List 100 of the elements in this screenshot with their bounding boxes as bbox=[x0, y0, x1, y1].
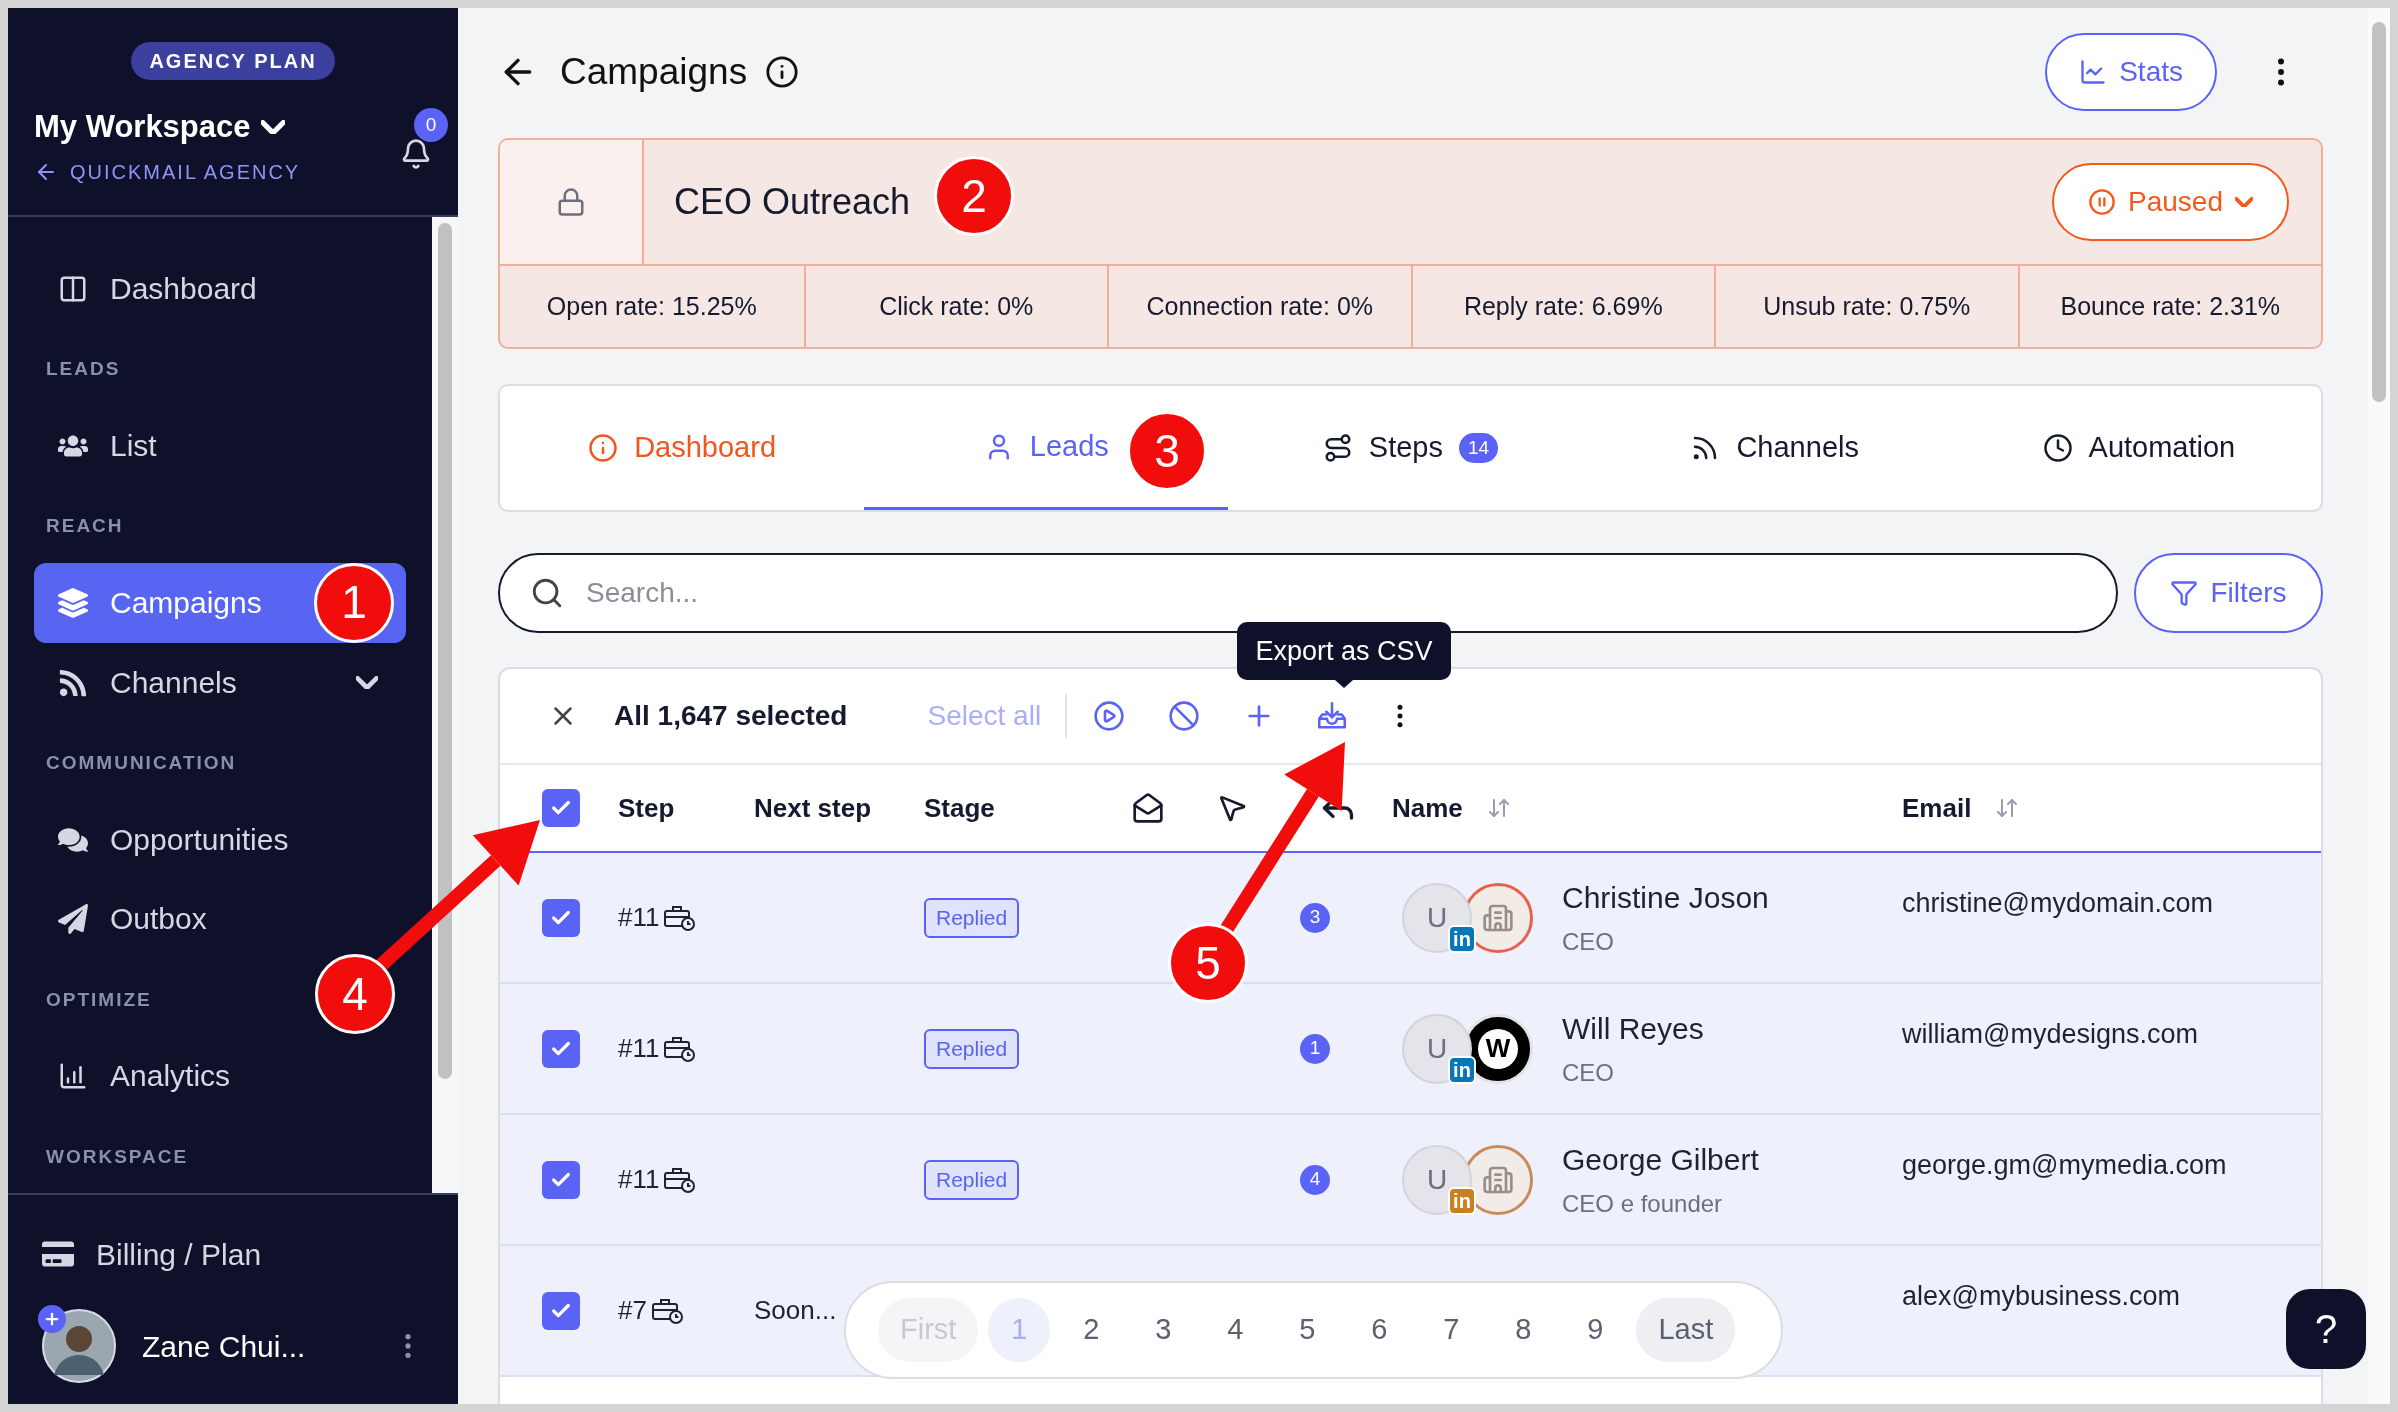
search-icon bbox=[530, 576, 564, 610]
lead-name[interactable]: Christine Joson bbox=[1562, 875, 1769, 920]
nav-item[interactable]: Analytics bbox=[34, 1036, 406, 1116]
step-number: #7 bbox=[618, 1294, 647, 1327]
selection-summary: All 1,647 selected bbox=[614, 699, 848, 733]
reply-count: 3 bbox=[1300, 902, 1330, 933]
lead-email: christine@mydomain.com bbox=[1902, 888, 2213, 918]
count-badge: 14 bbox=[1459, 432, 1499, 464]
column-icon bbox=[1132, 792, 1164, 824]
chevron-down-icon bbox=[2235, 196, 2253, 208]
lead-title: CEO bbox=[1562, 1058, 1615, 1088]
tooltip-pointer bbox=[1335, 680, 1353, 688]
user-avatar[interactable] bbox=[42, 1309, 116, 1383]
checkbox[interactable] bbox=[542, 898, 580, 937]
search-bar[interactable]: Search... bbox=[498, 553, 2118, 633]
add-badge[interactable] bbox=[38, 1305, 66, 1333]
search-field[interactable]: Search... bbox=[586, 572, 2086, 614]
page-button[interactable]: 5 bbox=[1276, 1298, 1339, 1362]
scrollbar-thumb[interactable] bbox=[438, 223, 452, 1079]
tab[interactable]: Steps 14 bbox=[1228, 386, 1593, 510]
agency-link[interactable]: QUICKMAIL AGENCY bbox=[34, 156, 301, 187]
rate-stat: Bounce rate: 2.31% bbox=[2060, 290, 2281, 322]
nav-item[interactable]: Opportunities bbox=[34, 799, 406, 880]
nav-item[interactable]: List bbox=[34, 405, 406, 486]
nav-icon bbox=[58, 667, 88, 698]
network-badge: in bbox=[1448, 1055, 1476, 1084]
scrollbar-thumb[interactable] bbox=[2372, 22, 2386, 402]
play-icon[interactable] bbox=[1093, 700, 1126, 732]
lead-email: william@mydesigns.com bbox=[1902, 1019, 2198, 1049]
workspace-switcher[interactable]: My Workspace bbox=[34, 104, 285, 151]
page-button[interactable]: Last bbox=[1636, 1298, 1736, 1362]
campaign-name: CEO Outreach bbox=[674, 180, 911, 224]
page-button[interactable]: 3 bbox=[1132, 1298, 1195, 1362]
user-name[interactable]: Zane Chui... bbox=[142, 1323, 392, 1369]
pause-icon bbox=[2088, 188, 2117, 216]
stage-tag: Replied bbox=[924, 1160, 1020, 1200]
section-label: WORKSPACE bbox=[46, 1144, 189, 1169]
step-number: #11 bbox=[618, 1163, 660, 1196]
nav-icon bbox=[58, 903, 88, 934]
briefcase-clock-icon bbox=[663, 1165, 698, 1194]
chart-icon bbox=[2079, 58, 2108, 86]
next-step: Soon... bbox=[754, 1295, 837, 1325]
section-label: REACH bbox=[46, 514, 124, 539]
filter-icon bbox=[2170, 579, 2199, 607]
tab[interactable]: Automation bbox=[1956, 386, 2321, 510]
lead-title: CEO e founder bbox=[1562, 1189, 1724, 1219]
section-label: COMMUNICATION bbox=[46, 751, 237, 776]
lead-email: alex@mybusiness.com bbox=[1902, 1281, 2180, 1311]
filters-button[interactable]: Filters bbox=[2134, 553, 2323, 633]
column-header: Step bbox=[618, 791, 675, 825]
page-button[interactable]: 6 bbox=[1348, 1298, 1411, 1362]
section-label: LEADS bbox=[46, 357, 121, 382]
info-icon[interactable] bbox=[765, 55, 800, 89]
lead-name[interactable]: Will Reyes bbox=[1562, 1006, 1704, 1051]
help-button[interactable]: ? bbox=[2286, 1289, 2366, 1369]
page-button[interactable]: 4 bbox=[1204, 1298, 1267, 1362]
rate-stat: Connection rate: 0% bbox=[1146, 290, 1373, 322]
lead-email: george.gm@mymedia.com bbox=[1902, 1150, 2227, 1180]
briefcase-clock-icon bbox=[663, 903, 698, 932]
tooltip: Export as CSV bbox=[1237, 622, 1451, 680]
briefcase-clock-icon bbox=[663, 1034, 698, 1063]
reply-count: 4 bbox=[1300, 1164, 1330, 1195]
network-badge: in bbox=[1448, 924, 1476, 953]
step-number: #11 bbox=[618, 901, 660, 934]
nav-icon bbox=[58, 587, 88, 618]
reply-count: 1 bbox=[1300, 1033, 1330, 1064]
column-header: Next step bbox=[754, 791, 872, 825]
rate-stat: Reply rate: 6.69% bbox=[1463, 290, 1663, 322]
section-label: OPTIMIZE bbox=[46, 987, 152, 1012]
lead-title: CEO bbox=[1562, 927, 1615, 957]
checkbox[interactable] bbox=[542, 1029, 580, 1068]
sort-icon[interactable] bbox=[1995, 796, 2020, 820]
tab[interactable]: Dashboard bbox=[500, 386, 865, 510]
plan-badge: AGENCY PLAN bbox=[131, 42, 335, 80]
tab[interactable]: Channels bbox=[1592, 386, 1957, 510]
lead-name[interactable]: George Gilbert bbox=[1562, 1137, 1759, 1182]
bell-icon[interactable] bbox=[400, 138, 432, 170]
chevron-down-icon bbox=[260, 120, 285, 135]
block-icon[interactable] bbox=[1168, 700, 1201, 732]
sort-icon[interactable] bbox=[1486, 796, 1511, 820]
column-header[interactable]: Email bbox=[1902, 788, 1972, 828]
billing-link[interactable]: Billing / Plan bbox=[42, 1219, 424, 1289]
checkbox[interactable] bbox=[542, 1160, 580, 1199]
rate-stat: Click rate: 0% bbox=[879, 290, 1034, 322]
stage-tag: Replied bbox=[924, 1029, 1020, 1069]
column-header[interactable]: Name bbox=[1392, 788, 1463, 828]
stats-button[interactable]: Stats bbox=[2045, 33, 2217, 111]
page-button[interactable]: 2 bbox=[1060, 1298, 1123, 1362]
network-badge: in bbox=[1448, 1186, 1476, 1215]
checkbox[interactable] bbox=[542, 789, 580, 827]
page-button[interactable]: 9 bbox=[1564, 1298, 1627, 1362]
page-button[interactable]: 7 bbox=[1420, 1298, 1483, 1362]
briefcase-clock-icon bbox=[650, 1296, 685, 1325]
nav-item[interactable]: Channels bbox=[34, 642, 406, 723]
page-title: Campaigns bbox=[560, 50, 748, 95]
checkbox[interactable] bbox=[542, 1291, 580, 1330]
page-button[interactable]: 8 bbox=[1492, 1298, 1555, 1362]
nav-item[interactable]: Dashboard bbox=[34, 249, 406, 329]
nav-item[interactable]: Campaigns 1 bbox=[34, 562, 406, 643]
tab-icon bbox=[588, 433, 619, 463]
